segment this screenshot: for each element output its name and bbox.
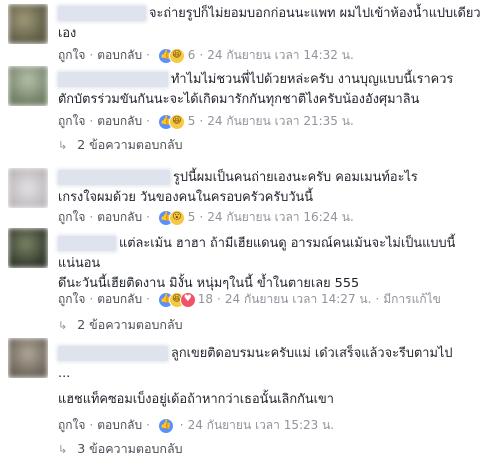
comment-actions: ถูกใจ · ตอบกลับ · 👍 😆 ♥ 18 · 24 กันยายน เวลา … <box>58 291 441 308</box>
haha-reaction-icon: 😆 <box>168 47 185 64</box>
comment-body: ทำไมไม่ชวนพี่ไปด้วยหล่ะครับ งานบุญแบบนี้… <box>58 70 485 110</box>
replies-count: 2 ข้อความตอบกลับ <box>77 137 183 152</box>
reply-link[interactable]: ตอบกลับ <box>97 418 142 432</box>
comment-body: แต่ละเม้น ฮาฮา ถ้ามีเฮียแดนดู อารมณ์คนเม… <box>58 234 485 294</box>
reaction-count[interactable]: 5 <box>188 210 196 224</box>
commenter-name[interactable] <box>58 236 116 251</box>
reply-link[interactable]: ตอบกลับ <box>97 114 142 128</box>
replies-count: 2 ข้อความตอบกลับ <box>77 317 183 332</box>
commenter-name[interactable] <box>58 346 168 361</box>
comment-text-line: แน่นอน <box>58 256 101 271</box>
comment-text-line: แฮชแท็คซอมเบ็งอยู่เด้อถ้าหากว่าเธอนั้นเล… <box>58 392 334 407</box>
comment-body: ลูกเขยติดอบรมนะครับแม่ เด๋วเสร็จแล้วจะรี… <box>58 344 485 410</box>
haha-reaction-icon: 😆 <box>168 113 185 130</box>
comment-text-line: แต่ละเม้น ฮาฮา ถ้ามีเฮียแดนดู อารมณ์คนเม… <box>119 236 456 251</box>
reply-link[interactable]: ตอบกลับ <box>97 210 142 224</box>
timestamp[interactable]: 24 กันยายน เวลา 16:24 น. <box>207 210 354 224</box>
view-replies-link[interactable]: ↳ 3 ข้อความตอบกลับ <box>58 440 183 458</box>
comment-feed: จะถ่ายรูปก็ไม่ยอมบอกก่อนนะแพท ผมไปเข้าห้… <box>0 0 493 464</box>
comment-body: จะถ่ายรูปก็ไม่ยอมบอกก่อนนะแพท ผมไปเข้าห้… <box>58 4 485 44</box>
comment-text-line: ลูกเขยติดอบรมนะครับแม่ เด๋วเสร็จแล้วจะรี… <box>171 346 453 361</box>
timestamp[interactable]: 24 กันยายน เวลา 15:23 น. <box>188 418 335 432</box>
edited-label[interactable]: มีการแก้ไข <box>383 292 441 306</box>
like-link[interactable]: ถูกใจ <box>58 114 85 128</box>
reply-link[interactable]: ตอบกลับ <box>97 48 142 62</box>
commenter-avatar[interactable] <box>8 168 48 208</box>
comment-actions: ถูกใจ · ตอบกลับ · 👍 · 24 กันยายน เวลา 15:23 … <box>58 417 335 434</box>
comment-text-line: ดึนะวันนี้เฮียติดงาน มิงั้น หนุ่มๆในนี้ … <box>58 276 360 291</box>
reaction-count[interactable]: 6 <box>188 48 196 62</box>
reactions[interactable]: 👍 😆 <box>157 113 186 130</box>
reply-arrow-icon: ↳ <box>58 319 68 332</box>
comment-text-line: รูปนี้ผมเป็นคนถ่ายเองนะครับ คอมเมนท์อะไร <box>173 170 418 185</box>
comment-body: รูปนี้ผมเป็นคนถ่ายเองนะครับ คอมเมนท์อะไร… <box>58 168 485 208</box>
timestamp[interactable]: 24 กันยายน เวลา 21:35 น. <box>207 114 354 128</box>
reply-arrow-icon: ↳ <box>58 443 68 456</box>
commenter-name[interactable] <box>58 72 168 87</box>
commenter-avatar[interactable] <box>8 338 48 378</box>
like-link[interactable]: ถูกใจ <box>58 210 85 224</box>
replies-count: 3 ข้อความตอบกลับ <box>77 441 183 456</box>
view-replies-link[interactable]: ↳ 2 ข้อความตอบกลับ <box>58 136 183 154</box>
reactions[interactable]: 👍 <box>157 417 174 434</box>
reply-arrow-icon: ↳ <box>58 139 68 152</box>
reply-link[interactable]: ตอบกลับ <box>97 292 142 306</box>
reactions[interactable]: 👍 😆 ♥ <box>157 291 196 308</box>
comment-text-line: ตักบัตรร่วมขันกันนะจะได้เกิดมารักกันทุกช… <box>58 92 420 107</box>
comment-actions: ถูกใจ · ตอบกลับ · 👍 😆 6 · 24 กันยายน เวลา 14:… <box>58 47 354 64</box>
timestamp[interactable]: 24 กันยายน เวลา 14:27 น. <box>225 292 372 306</box>
reaction-count[interactable]: 18 <box>198 292 213 306</box>
reactions[interactable]: 👍 😆 <box>157 47 186 64</box>
like-link[interactable]: ถูกใจ <box>58 418 85 432</box>
commenter-avatar[interactable] <box>8 4 48 44</box>
commenter-name[interactable] <box>58 6 146 21</box>
comment-text-line: เกรงใจผมด้วย วันของคนในครอบครัวครับวันนี… <box>58 190 314 205</box>
comment-text-line: ... <box>58 366 71 381</box>
wow-reaction-icon: 😮 <box>168 209 185 226</box>
reaction-count[interactable]: 5 <box>188 114 196 128</box>
comment-text-line: จะถ่ายรูปก็ไม่ยอมบอกก่อนนะแพท ผมไปเข้าห้… <box>149 6 481 21</box>
commenter-name[interactable] <box>58 170 170 185</box>
comment-text-line: ทำไมไม่ชวนพี่ไปด้วยหล่ะครับ งานบุญแบบนี้… <box>171 72 454 87</box>
like-link[interactable]: ถูกใจ <box>58 292 85 306</box>
reactions[interactable]: 👍 😮 <box>157 209 186 226</box>
timestamp[interactable]: 24 กันยายน เวลา 14:32 น. <box>207 48 354 62</box>
like-link[interactable]: ถูกใจ <box>58 48 85 62</box>
commenter-avatar[interactable] <box>8 228 48 268</box>
view-replies-link[interactable]: ↳ 2 ข้อความตอบกลับ <box>58 316 183 334</box>
comment-actions: ถูกใจ · ตอบกลับ · 👍 😮 5 · 24 กันยายน เวลา 16:… <box>58 209 354 226</box>
love-reaction-icon: ♥ <box>179 291 196 308</box>
comment-text-line: เอง <box>58 26 77 41</box>
like-reaction-icon: 👍 <box>157 417 174 434</box>
commenter-avatar[interactable] <box>8 66 48 106</box>
comment-actions: ถูกใจ · ตอบกลับ · 👍 😆 5 · 24 กันยายน เวลา 21:… <box>58 113 354 130</box>
